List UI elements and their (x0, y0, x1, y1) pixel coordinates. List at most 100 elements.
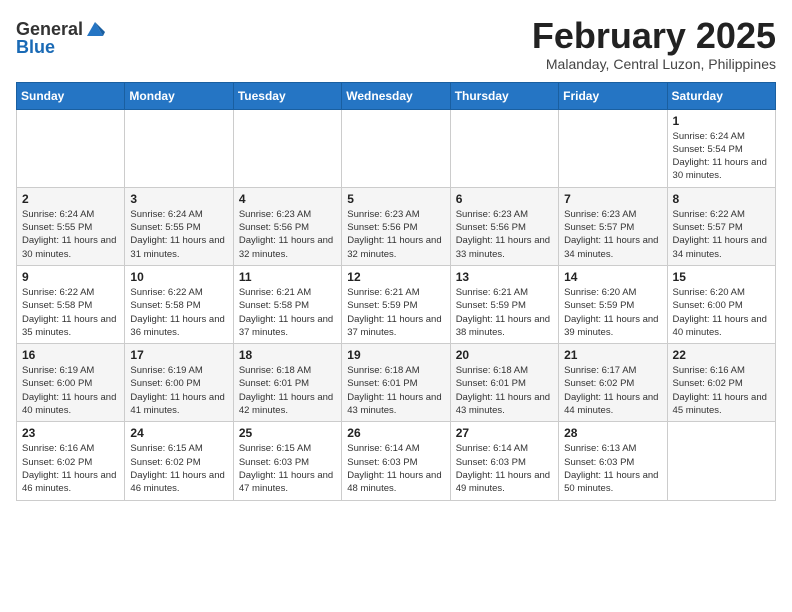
calendar-header-row: SundayMondayTuesdayWednesdayThursdayFrid… (17, 82, 776, 109)
calendar-cell (125, 109, 233, 187)
calendar-cell: 12 Sunrise: 6:21 AM Sunset: 5:59 PM Dayli… (342, 265, 450, 343)
calendar-week-2: 2 Sunrise: 6:24 AM Sunset: 5:55 PM Daylig… (17, 187, 776, 265)
calendar-cell: 1Sunrise: 6:24 AM Sunset: 5:54 PM Daylig… (667, 109, 775, 187)
calendar-cell: 25 Sunrise: 6:15 AM Sunset: 6:03 PM Dayli… (233, 422, 341, 500)
logo: General Blue (16, 20, 105, 58)
calendar-cell (450, 109, 558, 187)
calendar-cell: 8 Sunrise: 6:22 AM Sunset: 5:57 PM Daylig… (667, 187, 775, 265)
day-number: 28 (564, 426, 661, 440)
day-info: Sunrise: 6:22 AM Sunset: 5:58 PM Dayligh… (130, 286, 227, 339)
calendar-cell: 14 Sunrise: 6:20 AM Sunset: 5:59 PM Dayli… (559, 265, 667, 343)
day-number: 4 (239, 192, 336, 206)
calendar-cell: 22 Sunrise: 6:16 AM Sunset: 6:02 PM Dayli… (667, 344, 775, 422)
calendar-cell: 4 Sunrise: 6:23 AM Sunset: 5:56 PM Daylig… (233, 187, 341, 265)
day-info: Sunrise: 6:15 AM Sunset: 6:03 PM Dayligh… (239, 442, 336, 495)
day-number: 3 (130, 192, 227, 206)
day-info: Sunrise: 6:23 AM Sunset: 5:56 PM Dayligh… (456, 208, 553, 261)
calendar-cell: 5Sunrise: 6:23 AM Sunset: 5:56 PM Daylig… (342, 187, 450, 265)
location: Malanday, Central Luzon, Philippines (532, 56, 776, 72)
calendar-week-1: 1Sunrise: 6:24 AM Sunset: 5:54 PM Daylig… (17, 109, 776, 187)
day-number: 21 (564, 348, 661, 362)
logo-general: General (16, 20, 83, 38)
calendar-cell (233, 109, 341, 187)
calendar-cell: 15Sunrise: 6:20 AM Sunset: 6:00 PM Dayli… (667, 265, 775, 343)
calendar-cell: 23 Sunrise: 6:16 AM Sunset: 6:02 PM Dayli… (17, 422, 125, 500)
calendar-cell (342, 109, 450, 187)
weekday-header-wednesday: Wednesday (342, 82, 450, 109)
day-number: 26 (347, 426, 444, 440)
day-info: Sunrise: 6:14 AM Sunset: 6:03 PM Dayligh… (456, 442, 553, 495)
day-number: 16 (22, 348, 119, 362)
weekday-header-friday: Friday (559, 82, 667, 109)
calendar-cell: 28 Sunrise: 6:13 AM Sunset: 6:03 PM Dayli… (559, 422, 667, 500)
day-number: 20 (456, 348, 553, 362)
day-info: Sunrise: 6:21 AM Sunset: 5:59 PM Dayligh… (347, 286, 444, 339)
weekday-header-thursday: Thursday (450, 82, 558, 109)
calendar-cell: 11Sunrise: 6:21 AM Sunset: 5:58 PM Dayli… (233, 265, 341, 343)
day-number: 27 (456, 426, 553, 440)
day-info: Sunrise: 6:21 AM Sunset: 5:59 PM Dayligh… (456, 286, 553, 339)
day-number: 8 (673, 192, 770, 206)
month-title: February 2025 (532, 16, 776, 56)
day-info: Sunrise: 6:19 AM Sunset: 6:00 PM Dayligh… (130, 364, 227, 417)
weekday-header-monday: Monday (125, 82, 233, 109)
day-info: Sunrise: 6:23 AM Sunset: 5:56 PM Dayligh… (239, 208, 336, 261)
weekday-header-tuesday: Tuesday (233, 82, 341, 109)
day-info: Sunrise: 6:22 AM Sunset: 5:57 PM Dayligh… (673, 208, 770, 261)
day-number: 12 (347, 270, 444, 284)
logo-icon (85, 18, 105, 38)
calendar-week-3: 9 Sunrise: 6:22 AM Sunset: 5:58 PM Daylig… (17, 265, 776, 343)
title-block: February 2025 Malanday, Central Luzon, P… (532, 16, 776, 72)
calendar-cell: 27 Sunrise: 6:14 AM Sunset: 6:03 PM Dayli… (450, 422, 558, 500)
day-info: Sunrise: 6:20 AM Sunset: 5:59 PM Dayligh… (564, 286, 661, 339)
day-info: Sunrise: 6:18 AM Sunset: 6:01 PM Dayligh… (239, 364, 336, 417)
day-info: Sunrise: 6:21 AM Sunset: 5:58 PM Dayligh… (239, 286, 336, 339)
day-number: 2 (22, 192, 119, 206)
calendar-cell: 9Sunrise: 6:22 AM Sunset: 5:58 PM Daylig… (17, 265, 125, 343)
calendar-week-4: 16 Sunrise: 6:19 AM Sunset: 6:00 PM Dayli… (17, 344, 776, 422)
calendar-cell: 21 Sunrise: 6:17 AM Sunset: 6:02 PM Dayli… (559, 344, 667, 422)
day-info: Sunrise: 6:24 AM Sunset: 5:55 PM Dayligh… (130, 208, 227, 261)
day-info: Sunrise: 6:17 AM Sunset: 6:02 PM Dayligh… (564, 364, 661, 417)
day-info: Sunrise: 6:23 AM Sunset: 5:56 PM Dayligh… (347, 208, 444, 261)
calendar-week-5: 23 Sunrise: 6:16 AM Sunset: 6:02 PM Dayli… (17, 422, 776, 500)
calendar-cell (17, 109, 125, 187)
calendar-cell: 24 Sunrise: 6:15 AM Sunset: 6:02 PM Dayli… (125, 422, 233, 500)
day-number: 23 (22, 426, 119, 440)
day-number: 25 (239, 426, 336, 440)
day-info: Sunrise: 6:23 AM Sunset: 5:57 PM Dayligh… (564, 208, 661, 261)
calendar-cell: 13Sunrise: 6:21 AM Sunset: 5:59 PM Dayli… (450, 265, 558, 343)
calendar-cell: 10 Sunrise: 6:22 AM Sunset: 5:58 PM Dayli… (125, 265, 233, 343)
calendar-table: SundayMondayTuesdayWednesdayThursdayFrid… (16, 82, 776, 501)
day-number: 1 (673, 114, 770, 128)
calendar-cell: 3 Sunrise: 6:24 AM Sunset: 5:55 PM Daylig… (125, 187, 233, 265)
day-number: 6 (456, 192, 553, 206)
day-info: Sunrise: 6:16 AM Sunset: 6:02 PM Dayligh… (22, 442, 119, 495)
day-info: Sunrise: 6:18 AM Sunset: 6:01 PM Dayligh… (456, 364, 553, 417)
calendar-cell: 17 Sunrise: 6:19 AM Sunset: 6:00 PM Dayli… (125, 344, 233, 422)
day-number: 19 (347, 348, 444, 362)
weekday-header-sunday: Sunday (17, 82, 125, 109)
day-number: 10 (130, 270, 227, 284)
calendar-cell: 18 Sunrise: 6:18 AM Sunset: 6:01 PM Dayli… (233, 344, 341, 422)
day-info: Sunrise: 6:19 AM Sunset: 6:00 PM Dayligh… (22, 364, 119, 417)
day-info: Sunrise: 6:14 AM Sunset: 6:03 PM Dayligh… (347, 442, 444, 495)
logo-blue: Blue (16, 37, 55, 57)
day-number: 14 (564, 270, 661, 284)
day-number: 18 (239, 348, 336, 362)
day-info: Sunrise: 6:24 AM Sunset: 5:55 PM Dayligh… (22, 208, 119, 261)
day-number: 22 (673, 348, 770, 362)
calendar-cell: 19Sunrise: 6:18 AM Sunset: 6:01 PM Dayli… (342, 344, 450, 422)
calendar-cell (559, 109, 667, 187)
day-info: Sunrise: 6:15 AM Sunset: 6:02 PM Dayligh… (130, 442, 227, 495)
day-info: Sunrise: 6:16 AM Sunset: 6:02 PM Dayligh… (673, 364, 770, 417)
calendar-cell: 7Sunrise: 6:23 AM Sunset: 5:57 PM Daylig… (559, 187, 667, 265)
day-info: Sunrise: 6:20 AM Sunset: 6:00 PM Dayligh… (673, 286, 770, 339)
calendar-cell: 2 Sunrise: 6:24 AM Sunset: 5:55 PM Daylig… (17, 187, 125, 265)
calendar-cell: 26 Sunrise: 6:14 AM Sunset: 6:03 PM Dayli… (342, 422, 450, 500)
day-number: 17 (130, 348, 227, 362)
day-number: 24 (130, 426, 227, 440)
weekday-header-saturday: Saturday (667, 82, 775, 109)
day-info: Sunrise: 6:13 AM Sunset: 6:03 PM Dayligh… (564, 442, 661, 495)
day-number: 9 (22, 270, 119, 284)
